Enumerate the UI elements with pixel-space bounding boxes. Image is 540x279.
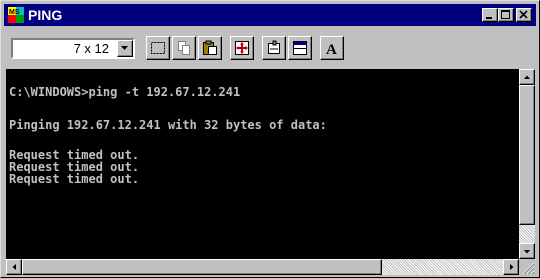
ms-dos-icon: MS	[8, 7, 24, 23]
font-button[interactable]: A	[320, 36, 344, 60]
font-size-value: 7 x 12	[73, 41, 109, 56]
font-size-dropdown-button[interactable]	[117, 40, 133, 57]
arrow-right-icon	[510, 264, 514, 270]
minimize-button[interactable]	[482, 8, 498, 22]
resize-grip-icon	[522, 262, 535, 275]
console-output[interactable]: C:\WINDOWS>ping -t 192.67.12.241 Pinging…	[6, 69, 519, 259]
properties-button[interactable]	[262, 36, 286, 60]
mark-button[interactable]	[146, 36, 170, 60]
copy-icon	[178, 41, 190, 55]
font-icon-label: A	[326, 42, 337, 56]
maximize-button[interactable]	[498, 8, 514, 22]
vertical-scrollbar[interactable]	[519, 69, 535, 259]
fullscreen-button[interactable]	[230, 36, 254, 60]
fullscreen-icon	[235, 41, 249, 55]
scroll-right-button[interactable]	[503, 259, 519, 275]
window-title: PING	[28, 7, 63, 23]
paste-icon	[203, 40, 217, 55]
font-size-select[interactable]: 7 x 12	[11, 38, 135, 59]
close-icon	[519, 10, 528, 19]
background-icon	[293, 41, 307, 55]
paste-button[interactable]	[198, 36, 222, 60]
svg-text:MS: MS	[9, 9, 20, 16]
chevron-down-icon	[121, 46, 128, 50]
maximize-icon	[501, 10, 510, 19]
background-button[interactable]	[288, 36, 312, 60]
horizontal-scroll-thumb[interactable]	[22, 259, 382, 275]
close-button[interactable]	[516, 8, 532, 22]
console-line: C:\WINDOWS>ping -t 192.67.12.241	[9, 85, 241, 99]
mark-icon	[151, 42, 165, 54]
font-icon: A	[326, 42, 337, 56]
properties-icon	[268, 40, 280, 54]
scroll-left-button[interactable]	[6, 259, 22, 275]
scroll-down-button[interactable]	[519, 243, 535, 259]
console-line: Pinging 192.67.12.241 with 32 bytes of d…	[9, 118, 327, 132]
title-bar[interactable]: MS PING	[4, 4, 536, 26]
scroll-up-button[interactable]	[519, 69, 535, 85]
toolbar: 7 x 12 A	[4, 28, 536, 64]
horizontal-scrollbar[interactable]	[6, 259, 519, 275]
arrow-left-icon	[12, 264, 16, 270]
arrow-up-icon	[524, 75, 530, 79]
ping-window: MS PING 7 x 12 A C:\WINDOWS>ping -t 192.…	[0, 0, 540, 278]
resize-grip[interactable]	[519, 259, 535, 275]
copy-button[interactable]	[172, 36, 196, 60]
console-line: Request timed out.	[9, 172, 140, 186]
minimize-icon	[486, 17, 492, 19]
arrow-down-icon	[524, 250, 530, 254]
vertical-scroll-thumb[interactable]	[519, 85, 535, 225]
